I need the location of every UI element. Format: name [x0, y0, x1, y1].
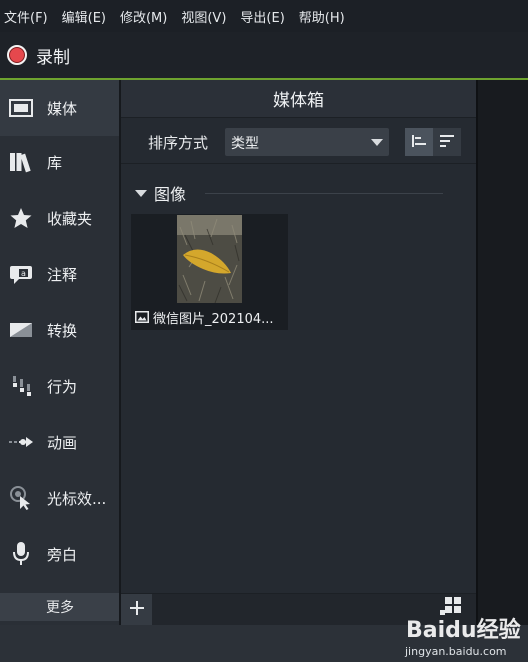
sidebar-item-cursor-effects[interactable]: 光标效...	[0, 470, 120, 526]
sidebar-item-behaviors[interactable]: 行为	[0, 358, 120, 414]
sidebar-item-label: 行为	[47, 377, 78, 396]
sidebar-item-label: 旁白	[47, 545, 78, 564]
behavior-icon	[8, 373, 34, 399]
section-header-images[interactable]: 图像	[135, 181, 465, 205]
sidebar-item-label: 库	[47, 153, 63, 172]
sidebar-item-library[interactable]: 库	[0, 134, 120, 190]
watermark-url: jingyan.baidu.com	[405, 645, 507, 658]
star-icon	[8, 205, 34, 231]
section-title: 图像	[154, 185, 187, 204]
sort-descending-button[interactable]	[433, 128, 461, 156]
menu-view[interactable]: 视图(V)	[181, 7, 226, 26]
menu-export[interactable]: 导出(E)	[240, 7, 284, 26]
sidebar: 媒体 库 收藏夹 a 注释 转换 行为 动画 光标效... 旁白 更多	[0, 80, 120, 625]
transition-icon	[8, 317, 34, 343]
svg-text:a: a	[21, 269, 26, 278]
callout-annotation-icon: a	[8, 261, 34, 287]
menu-bar: 文件(F) 编辑(E) 修改(M) 视图(V) 导出(E) 帮助(H)	[0, 0, 528, 32]
section-divider	[205, 193, 443, 194]
media-thumbnail	[177, 215, 242, 303]
library-books-icon	[8, 149, 34, 175]
media-item-name: 微信图片_202104...	[153, 311, 274, 327]
media-caption: 微信图片_202104...	[135, 307, 287, 327]
sidebar-item-annotations[interactable]: a 注释	[0, 246, 120, 302]
menu-file[interactable]: 文件(F)	[4, 7, 48, 26]
menu-modify[interactable]: 修改(M)	[120, 7, 167, 26]
add-media-button[interactable]	[121, 594, 152, 625]
record-button[interactable]: 录制	[36, 43, 70, 68]
image-icon	[135, 308, 149, 327]
sidebar-item-label: 收藏夹	[47, 209, 93, 228]
sidebar-item-label: 媒体	[47, 99, 78, 118]
sort-toolbar: 排序方式 类型	[121, 120, 476, 164]
sidebar-item-animations[interactable]: 动画	[0, 414, 120, 470]
watermark-logo: Baidu经验	[406, 618, 521, 643]
sidebar-item-favorites[interactable]: 收藏夹	[0, 190, 120, 246]
animation-arrow-icon	[8, 429, 34, 455]
cursor-effect-icon	[8, 485, 34, 511]
sidebar-item-label: 光标效...	[47, 489, 107, 508]
media-bin-panel: 媒体箱 排序方式 类型 图像 微信图片_202104...	[121, 80, 476, 625]
sidebar-item-label: 转换	[47, 321, 78, 340]
sidebar-item-label: 动画	[47, 433, 78, 452]
sort-label: 排序方式	[148, 134, 209, 152]
microphone-icon	[8, 541, 34, 567]
more-button[interactable]: 更多	[0, 593, 120, 621]
sidebar-item-transitions[interactable]: 转换	[0, 302, 120, 358]
chevron-down-icon	[371, 139, 383, 146]
sort-dropdown[interactable]: 类型	[225, 128, 389, 156]
film-strip-icon	[8, 95, 34, 121]
canvas-preview-area	[476, 80, 528, 625]
menu-help[interactable]: 帮助(H)	[299, 7, 345, 26]
media-item[interactable]: 微信图片_202104...	[131, 214, 288, 330]
sort-ascending-button[interactable]	[405, 128, 433, 156]
record-bar: 录制	[0, 32, 528, 78]
sort-bars-descending-icon	[439, 133, 455, 152]
record-icon[interactable]	[7, 45, 27, 65]
sidebar-item-label: 注释	[47, 265, 78, 284]
collapse-triangle-icon	[135, 189, 147, 197]
menu-edit[interactable]: 编辑(E)	[62, 7, 106, 26]
sidebar-item-voice-narration[interactable]: 旁白	[0, 526, 120, 582]
sort-bars-ascending-icon	[411, 133, 427, 152]
panel-title: 媒体箱	[121, 80, 476, 118]
baidu-jingyan-watermark: Baidu经验 jingyan.baidu.com	[404, 612, 528, 662]
sidebar-item-media[interactable]: 媒体	[0, 80, 120, 136]
sort-value: 类型	[231, 136, 259, 152]
plus-icon	[129, 600, 145, 620]
